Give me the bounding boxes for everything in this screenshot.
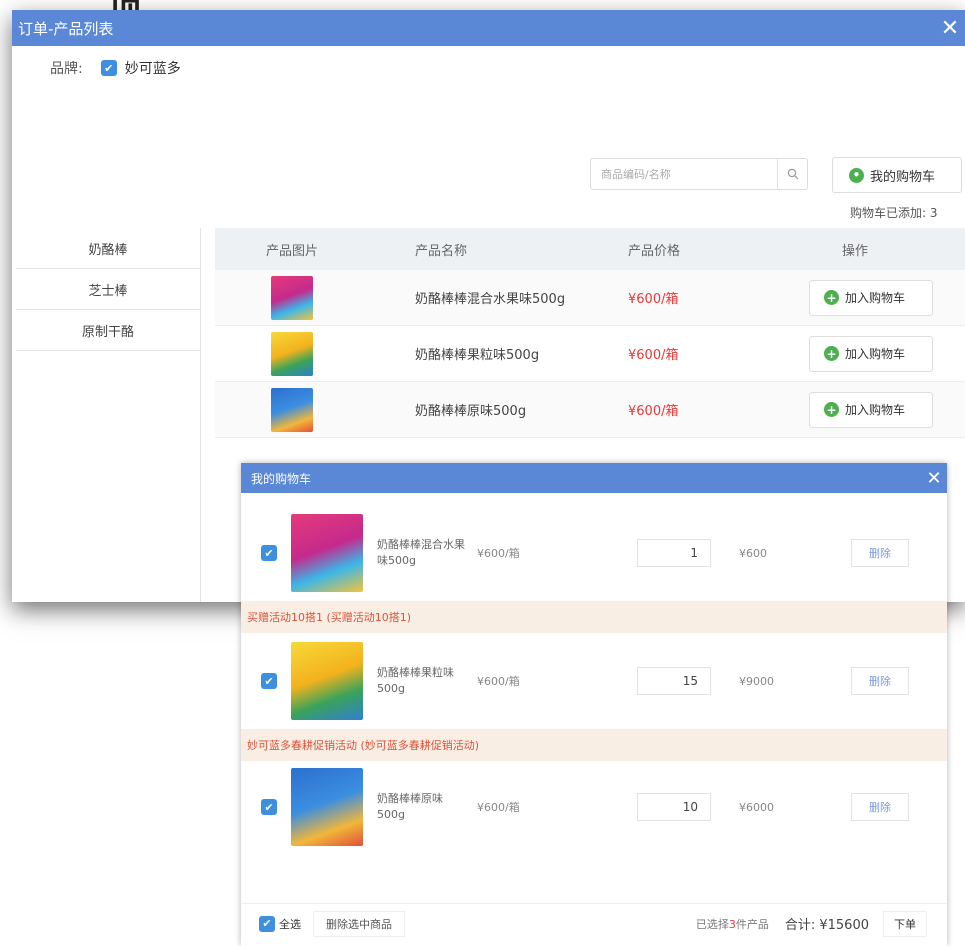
- category-sidebar: 奶酪棒 芝士棒 原制干酪: [16, 228, 201, 602]
- search-input[interactable]: 商品编码/名称: [591, 166, 777, 182]
- quantity-input[interactable]: 1: [637, 539, 711, 567]
- product-price: ¥600/箱: [628, 292, 679, 307]
- add-to-cart-label: 加入购物车: [845, 403, 906, 417]
- item-checkbox[interactable]: ✔: [261, 673, 277, 689]
- item-price: ¥600/箱: [477, 547, 520, 560]
- delete-item-button[interactable]: 删除: [851, 667, 909, 695]
- cart-item: ✔ 奶酪棒棒原味500g ¥600/箱 10 ¥6000 删除: [241, 761, 947, 853]
- cart-icon: •: [849, 167, 864, 183]
- promotion-banner: 妙可蓝多春耕促销活动 (妙可蓝多春耕促销活动): [241, 729, 947, 761]
- add-to-cart-button[interactable]: + 加入购物车: [809, 279, 933, 316]
- item-subtotal: ¥6000: [739, 800, 774, 814]
- my-cart-label: 我的购物车: [870, 169, 936, 185]
- close-icon[interactable]: ✕: [921, 468, 947, 489]
- category-item[interactable]: 奶酪棒: [16, 228, 201, 269]
- cart-item: ✔ 奶酪棒棒果粒味500g ¥600/箱 15 ¥9000 删除: [241, 635, 947, 727]
- item-subtotal: ¥600: [739, 546, 767, 560]
- brand-checkbox[interactable]: ✔: [100, 60, 117, 76]
- add-to-cart-label: 加入购物车: [845, 291, 906, 305]
- category-item[interactable]: 原制干酪: [16, 310, 201, 351]
- item-subtotal: ¥9000: [739, 674, 774, 688]
- product-thumbnail: [271, 331, 313, 376]
- promotion-banner: 买赠活动10搭1 (买赠活动10搭1): [241, 601, 947, 633]
- quantity-input[interactable]: 10: [637, 793, 711, 821]
- selected-prefix: 已选择: [695, 917, 729, 931]
- dialog-titlebar: 订单-产品列表 ✕: [12, 10, 965, 46]
- add-to-cart-button[interactable]: + 加入购物车: [809, 335, 933, 372]
- category-item[interactable]: 芝士棒: [16, 269, 201, 310]
- column-header-price: 产品价格: [628, 243, 681, 259]
- plus-icon: +: [824, 402, 839, 417]
- table-row: 奶酪棒棒混合水果味500g ¥600/箱 + 加入购物车: [215, 270, 965, 326]
- product-name: 奶酪棒棒原味500g: [415, 404, 527, 419]
- item-name: 奶酪棒棒果粒味500g: [377, 666, 454, 695]
- select-all-label[interactable]: 全选: [279, 916, 301, 932]
- add-to-cart-label: 加入购物车: [845, 347, 906, 361]
- quantity-input[interactable]: 15: [637, 667, 711, 695]
- search-box[interactable]: 商品编码/名称: [590, 158, 808, 190]
- product-name: 奶酪棒棒果粒味500g: [415, 348, 540, 363]
- table-row: 奶酪棒棒果粒味500g ¥600/箱 + 加入购物车: [215, 326, 965, 382]
- delete-item-button[interactable]: 删除: [851, 539, 909, 567]
- product-thumbnail: [271, 275, 313, 320]
- product-price: ¥600/箱: [628, 404, 679, 419]
- cart-dialog: 我的购物车 ✕ ✔ 奶酪棒棒混合水果味500g ¥600/箱 1 ¥600 删除…: [241, 463, 947, 946]
- column-header-name: 产品名称: [415, 243, 468, 259]
- cart-added-count: 购物车已添加: 3: [850, 206, 938, 220]
- category-sidebar-empty: [16, 351, 201, 602]
- brand-name[interactable]: 妙可蓝多: [125, 58, 181, 78]
- table-row: 奶酪棒棒原味500g ¥600/箱 + 加入购物车: [215, 382, 965, 438]
- brand-filter: 品牌: ✔ 妙可蓝多: [50, 58, 181, 78]
- cart-title: 我的购物车: [251, 471, 312, 486]
- place-order-button[interactable]: 下单: [883, 910, 927, 937]
- item-name: 奶酪棒棒混合水果味500g: [377, 538, 465, 567]
- item-checkbox[interactable]: ✔: [261, 799, 277, 815]
- column-header-image: 产品图片: [265, 243, 318, 259]
- selected-summary: 已选择3件产品: [696, 916, 769, 932]
- product-price: ¥600/箱: [628, 348, 679, 363]
- item-price: ¥600/箱: [477, 675, 520, 688]
- item-price: ¥600/箱: [477, 801, 520, 814]
- dialog-title: 订单-产品列表: [18, 19, 114, 38]
- product-name: 奶酪棒棒混合水果味500g: [415, 292, 566, 307]
- product-thumbnail: [291, 514, 363, 592]
- my-cart-button[interactable]: • 我的购物车: [832, 157, 962, 193]
- delete-item-button[interactable]: 删除: [851, 793, 909, 821]
- cart-item: ✔ 奶酪棒棒混合水果味500g ¥600/箱 1 ¥600 删除: [241, 507, 947, 599]
- product-table: 产品图片 产品名称 产品价格 操作 奶酪棒棒混合水果味500g ¥600/箱 +…: [215, 228, 965, 438]
- cart-footer: ✔ 全选 删除选中商品 已选择3件产品 合计: ¥15600 下单: [241, 903, 947, 943]
- table-body: 奶酪棒棒混合水果味500g ¥600/箱 + 加入购物车 奶酪棒棒果粒味500g …: [215, 270, 965, 438]
- selected-suffix: 件产品: [735, 917, 769, 931]
- column-header-action: 操作: [842, 243, 869, 259]
- brand-label: 品牌:: [50, 61, 83, 77]
- product-thumbnail: [271, 387, 313, 432]
- selected-count: 3: [728, 917, 736, 931]
- product-thumbnail: [291, 642, 363, 720]
- plus-icon: +: [824, 346, 839, 361]
- product-thumbnail: [291, 768, 363, 846]
- search-icon[interactable]: [777, 159, 807, 189]
- cart-total: 合计: ¥15600: [784, 918, 869, 933]
- plus-icon: +: [824, 290, 839, 305]
- table-header: 产品图片 产品名称 产品价格 操作: [215, 228, 965, 270]
- item-checkbox[interactable]: ✔: [261, 545, 277, 561]
- close-icon[interactable]: ✕: [935, 16, 965, 41]
- add-to-cart-button[interactable]: + 加入购物车: [809, 391, 933, 428]
- cart-titlebar: 我的购物车 ✕: [241, 463, 947, 493]
- item-name: 奶酪棒棒原味500g: [377, 792, 443, 821]
- delete-selected-button[interactable]: 删除选中商品: [313, 910, 405, 937]
- select-all-checkbox[interactable]: ✔: [259, 915, 275, 932]
